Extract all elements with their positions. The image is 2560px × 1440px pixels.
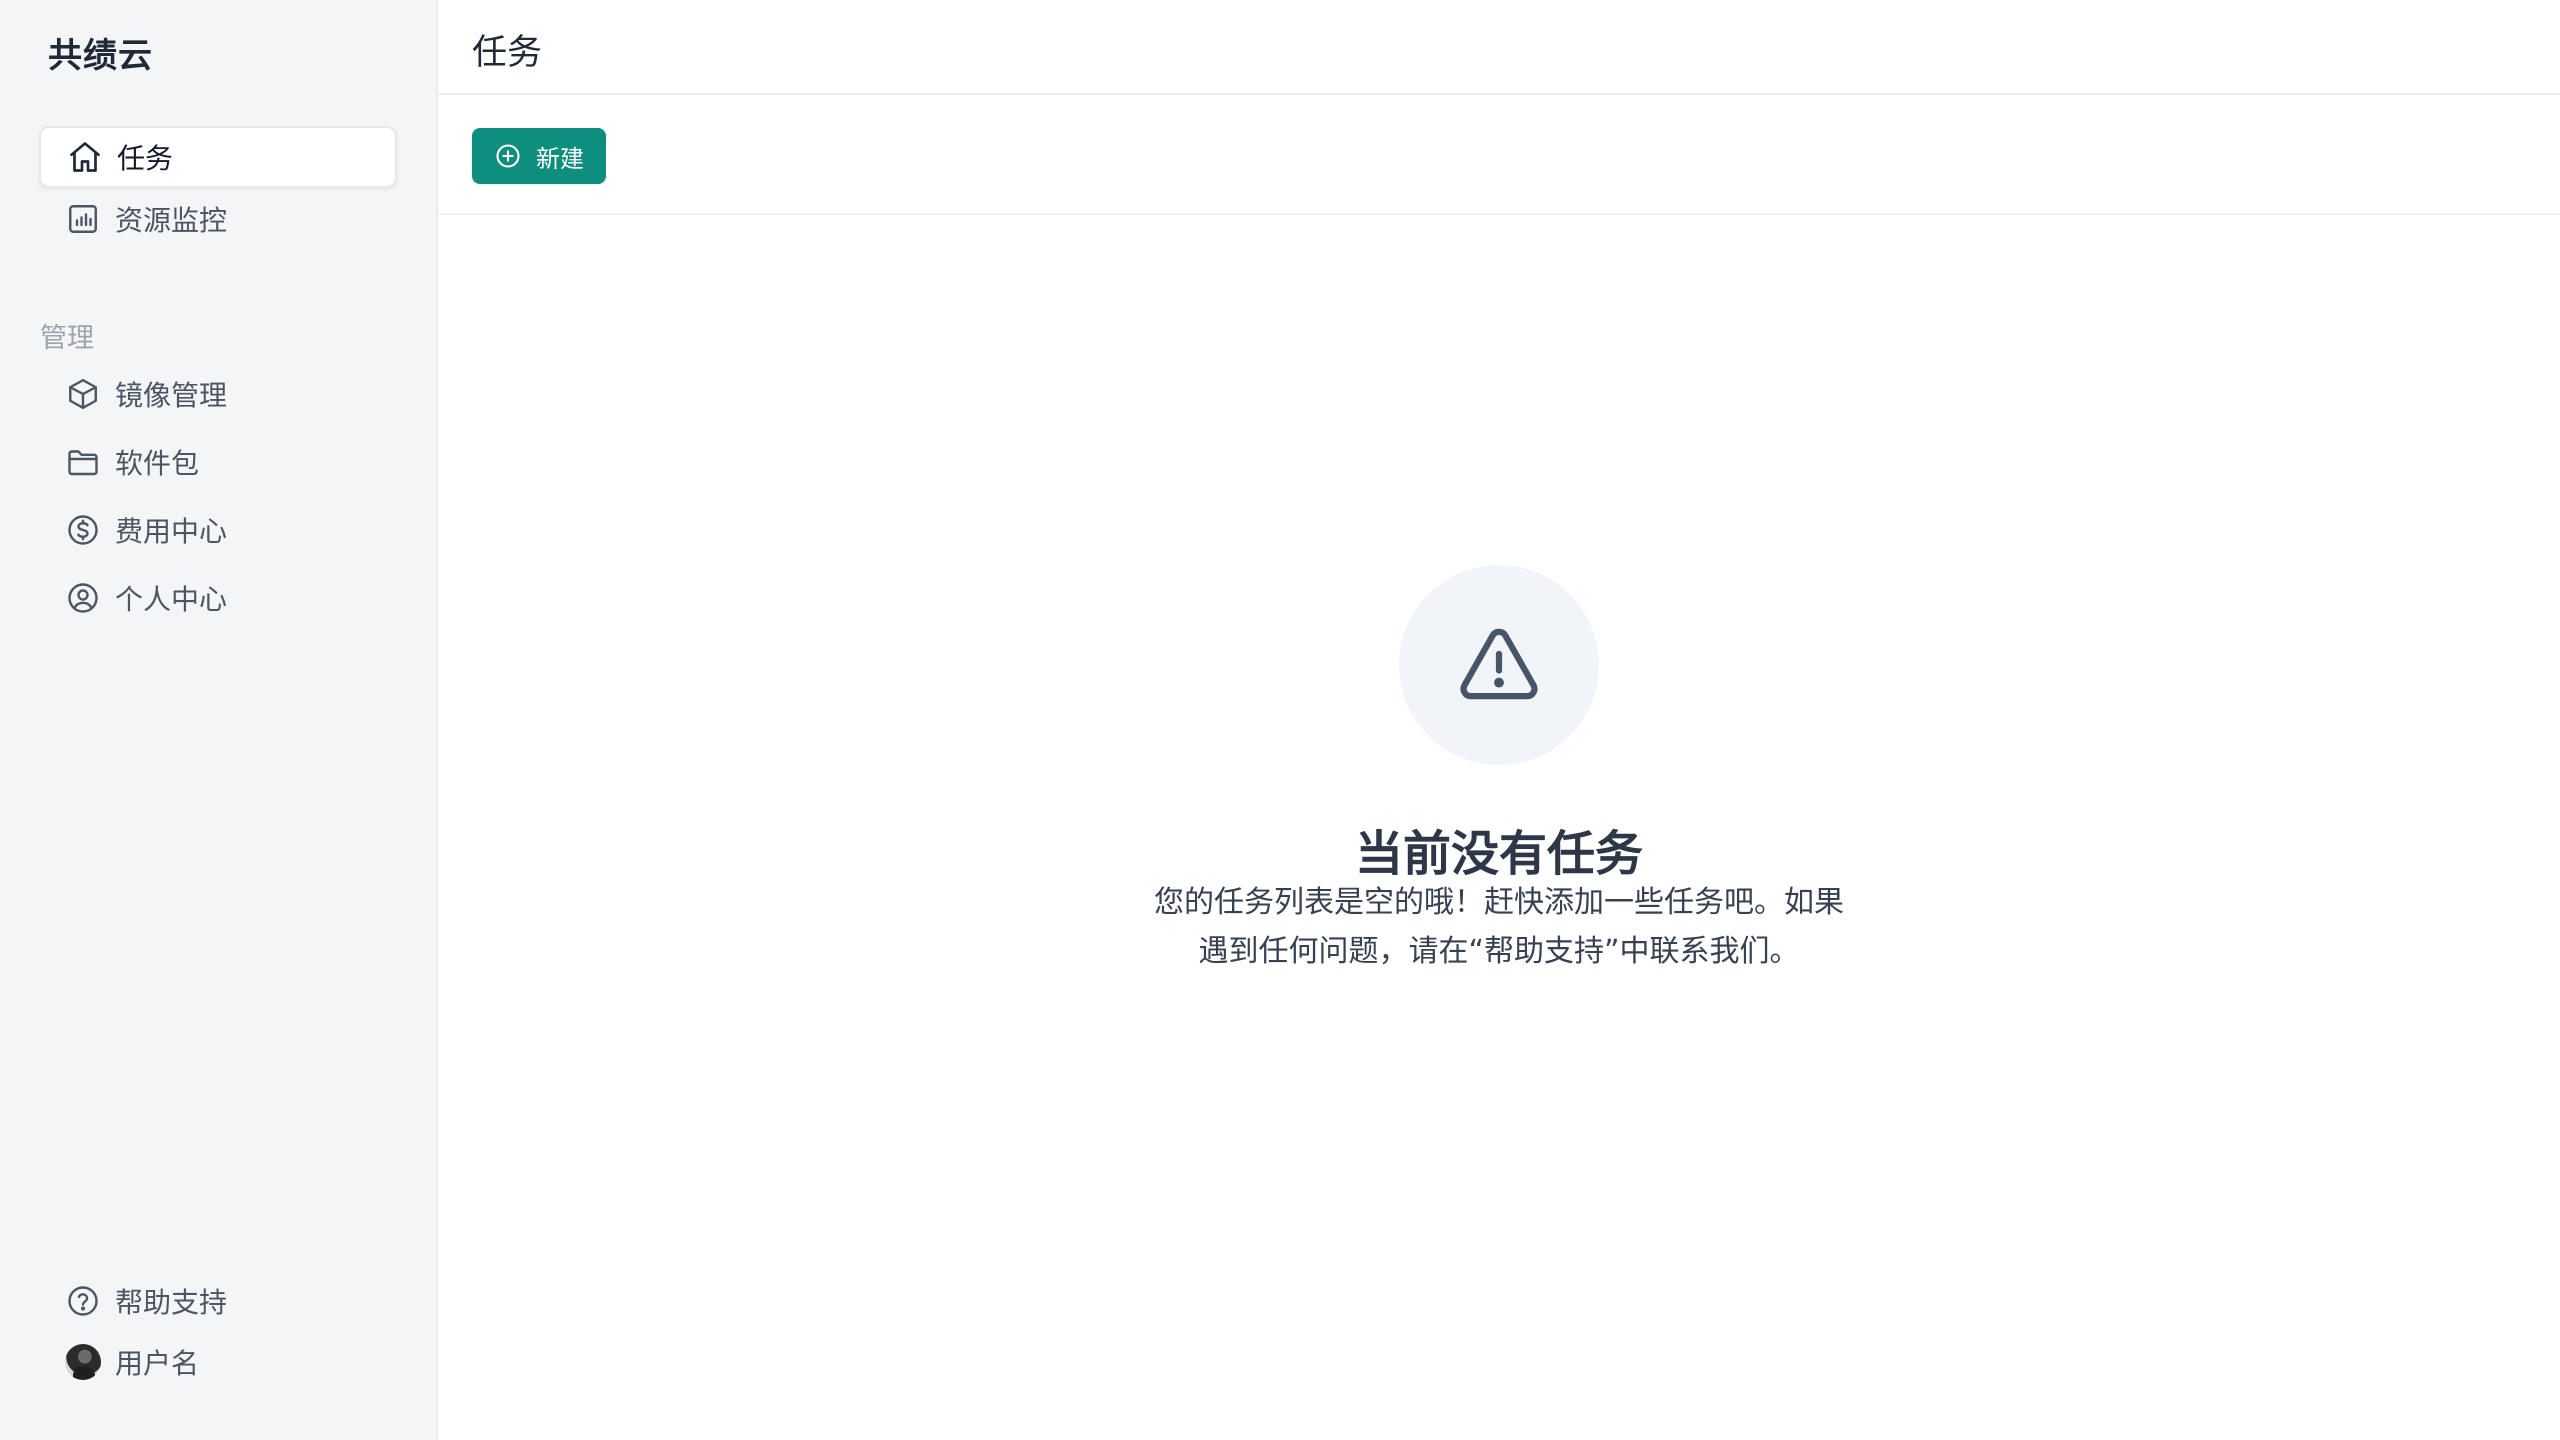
sidebar-item-help-support[interactable]: 帮助支持 bbox=[39, 1270, 397, 1332]
plus-circle-icon bbox=[494, 142, 522, 170]
home-icon bbox=[67, 139, 103, 175]
toolbar: 新建 bbox=[438, 95, 2560, 215]
sidebar: 共绩云 任务 资源监控 管理 镜像管理 软件包 费用中心 个人中心 帮助支持 用… bbox=[0, 0, 438, 1440]
empty-state-description: 您的任务列表是空的哦！赶快添加一些任务吧。如果遇到任何问题，请在“帮助支持”中联… bbox=[1154, 885, 1844, 969]
new-button-label: 新建 bbox=[536, 144, 584, 173]
sidebar-item-label: 任务 bbox=[117, 142, 174, 175]
warning-triangle-icon bbox=[1455, 621, 1543, 709]
empty-state-icon-wrapper bbox=[1399, 565, 1599, 765]
user-circle-icon bbox=[65, 580, 101, 616]
main-content: 当前没有任务 您的任务列表是空的哦！赶快添加一些任务吧。如果遇到任何问题，请在“… bbox=[438, 0, 2560, 1440]
section-label-manage: 管理 bbox=[40, 323, 94, 354]
sidebar-item-software-package[interactable]: 软件包 bbox=[39, 431, 397, 493]
sidebar-item-resource-monitor[interactable]: 资源监控 bbox=[39, 188, 397, 250]
topbar: 任务 bbox=[438, 0, 2560, 95]
sidebar-item-image-management[interactable]: 镜像管理 bbox=[39, 363, 397, 425]
sidebar-item-label: 资源监控 bbox=[115, 204, 228, 237]
sidebar-item-personal-center[interactable]: 个人中心 bbox=[39, 567, 397, 629]
avatar bbox=[65, 1344, 101, 1380]
empty-state: 当前没有任务 您的任务列表是空的哦！赶快添加一些任务吧。如果遇到任何问题，请在“… bbox=[438, 0, 2560, 1440]
dollar-icon bbox=[65, 512, 101, 548]
help-icon bbox=[65, 1283, 101, 1319]
sidebar-item-user[interactable]: 用户名 bbox=[39, 1331, 397, 1393]
sidebar-item-tasks[interactable]: 任务 bbox=[39, 126, 397, 188]
sidebar-item-label: 帮助支持 bbox=[115, 1286, 228, 1319]
chart-icon bbox=[65, 201, 101, 237]
sidebar-item-label: 软件包 bbox=[115, 447, 200, 480]
app-root: 共绩云 任务 资源监控 管理 镜像管理 软件包 费用中心 个人中心 帮助支持 用… bbox=[0, 0, 2560, 1440]
page-title: 任务 bbox=[472, 33, 543, 73]
new-button[interactable]: 新建 bbox=[472, 128, 606, 184]
folder-icon bbox=[65, 444, 101, 480]
sidebar-item-label: 个人中心 bbox=[115, 583, 228, 616]
sidebar-item-label: 费用中心 bbox=[115, 515, 228, 548]
brand-logo-text: 共绩云 bbox=[48, 36, 153, 76]
cube-icon bbox=[65, 376, 101, 412]
sidebar-item-label: 用户名 bbox=[115, 1347, 200, 1380]
sidebar-item-billing-center[interactable]: 费用中心 bbox=[39, 499, 397, 561]
empty-state-title: 当前没有任务 bbox=[1354, 826, 1643, 882]
sidebar-item-label: 镜像管理 bbox=[115, 379, 228, 412]
